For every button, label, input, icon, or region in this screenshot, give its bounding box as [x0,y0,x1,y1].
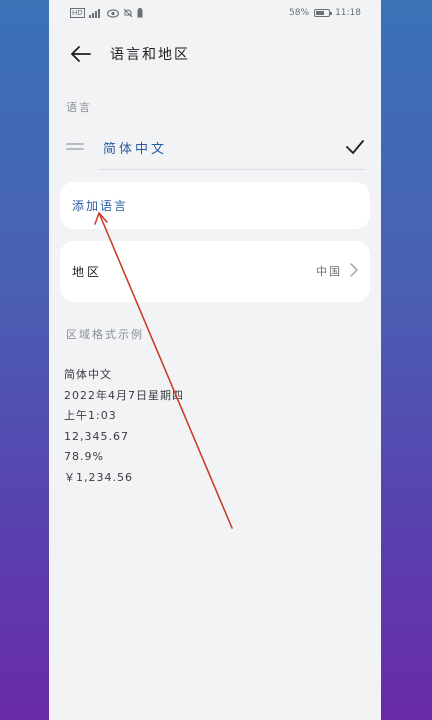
header: 语言和地区 [49,34,381,74]
signal-icon [88,8,100,18]
hd-icon: HD [70,8,85,18]
mute-icon [123,8,133,18]
example-time: 上午1:03 [64,409,117,422]
format-example-label: 区域格式示例 [66,328,144,341]
example-language: 简体中文 [64,368,112,381]
language-section-label: 语言 [66,101,92,114]
format-example-list: 简体中文 2022年4月7日星期四 上午1:03 12,345.67 78.9%… [64,365,184,488]
language-name: 简体中文 [103,142,168,157]
region-card[interactable]: 地区 中国 [60,241,370,302]
status-icons-right: 58% 11:18 [289,8,361,18]
settings-screen: HD 58% 11:18 语言和地区 语言 简体中文 添加语言 地区 中国 区域… [49,0,381,720]
region-label: 地区 [72,265,103,279]
divider [98,169,366,170]
battery-icon [314,9,333,17]
battery-saver-icon [137,8,143,18]
example-currency: ￥1,234.56 [64,470,133,484]
add-language-card[interactable]: 添加语言 [60,182,370,229]
drag-handle-icon[interactable] [66,143,84,151]
status-bar: HD 58% 11:18 [49,0,381,28]
back-arrow-icon[interactable] [69,42,93,66]
region-value: 中国 [316,265,342,278]
clock: 11:18 [335,8,361,18]
status-icons-left: HD [70,8,143,18]
chevron-right-icon [350,263,358,277]
example-date: 2022年4月7日星期四 [64,388,184,402]
example-percent: 78.9% [64,450,104,463]
language-item[interactable]: 简体中文 [49,128,381,168]
eye-icon [106,8,119,18]
battery-percent: 58% [289,8,310,18]
checkmark-icon [346,140,364,154]
example-number: 12,345.67 [64,429,129,443]
page-title: 语言和地区 [110,47,190,63]
add-language-button[interactable]: 添加语言 [72,197,128,214]
